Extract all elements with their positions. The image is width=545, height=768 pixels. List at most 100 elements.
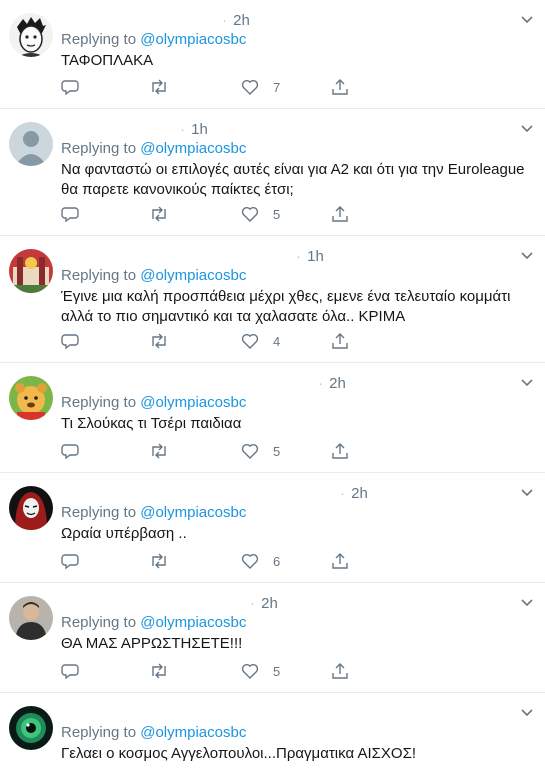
retweet-button[interactable] xyxy=(149,551,169,571)
reply-label: Replying to xyxy=(61,504,137,521)
chevron-down-icon[interactable] xyxy=(519,707,535,719)
reply-handle-link[interactable]: @olympiacosbc xyxy=(140,614,246,631)
share-button[interactable] xyxy=(331,77,349,97)
avatar[interactable] xyxy=(9,249,53,293)
reply-context: Replying to @olympiacosbc xyxy=(61,504,246,521)
tweet-meta: · 2h xyxy=(318,375,346,392)
tweet[interactable]: · 2h Replying to @olympiacosbc Τι Σλούκα… xyxy=(0,363,545,473)
tweet-meta: · 2h xyxy=(222,12,250,29)
heart-icon xyxy=(241,553,259,569)
tweet-text: Ωραία υπέρβαση .. xyxy=(61,525,187,542)
heart-icon xyxy=(241,206,259,222)
reply-handle-link[interactable]: @olympiacosbc xyxy=(140,724,246,741)
reply-context: Replying to @olympiacosbc xyxy=(61,140,246,157)
tweet[interactable]: · 2h Replying to @olympiacosbc ΤΑΦΟΠΛΑΚΑ… xyxy=(0,0,545,109)
tweet-time[interactable]: 2h xyxy=(329,375,346,392)
tweet-actions: 7 xyxy=(61,77,391,97)
like-button[interactable]: 5 xyxy=(241,661,280,681)
reply-icon xyxy=(61,664,79,680)
reply-button[interactable] xyxy=(61,441,79,461)
like-count: 7 xyxy=(273,79,281,95)
retweet-icon xyxy=(152,443,166,459)
like-count: 5 xyxy=(273,443,281,459)
reply-context: Replying to @olympiacosbc xyxy=(61,394,246,411)
retweet-button[interactable] xyxy=(149,204,169,224)
tweet-time[interactable]: 1h xyxy=(191,121,208,138)
share-button[interactable] xyxy=(331,661,349,681)
like-button[interactable]: 6 xyxy=(241,551,280,571)
reply-handle-link[interactable]: @olympiacosbc xyxy=(140,394,246,411)
tweet-time[interactable]: 1h xyxy=(307,248,324,265)
tweet[interactable]: Replying to @olympiacosbc Γελαει ο κοσμο… xyxy=(0,693,545,768)
share-button[interactable] xyxy=(331,204,349,224)
avatar[interactable] xyxy=(9,13,53,57)
tweet-time[interactable]: 2h xyxy=(261,595,278,612)
reply-button[interactable] xyxy=(61,77,79,97)
retweet-button[interactable] xyxy=(149,661,169,681)
reply-label: Replying to xyxy=(61,614,137,631)
heart-icon xyxy=(241,443,259,459)
chevron-down-icon[interactable] xyxy=(519,123,535,135)
avatar[interactable] xyxy=(9,706,53,750)
reply-context: Replying to @olympiacosbc xyxy=(61,614,246,631)
reply-button[interactable] xyxy=(61,204,79,224)
chevron-down-icon[interactable] xyxy=(519,250,535,262)
chevron-down-icon[interactable] xyxy=(519,487,535,499)
share-icon xyxy=(332,663,348,679)
tweet-text: Έγινε μια καλή προσπάθεια μέχρι χθες, εμ… xyxy=(61,288,511,325)
tweet-actions: 5 xyxy=(61,204,391,224)
tweet-meta: · 2h xyxy=(340,485,368,502)
avatar[interactable] xyxy=(9,486,53,530)
like-button[interactable]: 5 xyxy=(241,441,280,461)
reply-context: Replying to @olympiacosbc xyxy=(61,724,246,741)
tweet-time[interactable]: 2h xyxy=(351,485,368,502)
share-icon xyxy=(332,443,348,459)
retweet-button[interactable] xyxy=(149,331,169,351)
tweet-time[interactable]: 2h xyxy=(233,12,250,29)
retweet-button[interactable] xyxy=(149,77,169,97)
tweet[interactable]: · 1h Replying to @olympiacosbc Να φαντασ… xyxy=(0,109,545,236)
reply-context: Replying to @olympiacosbc xyxy=(61,31,246,48)
share-button[interactable] xyxy=(331,331,349,351)
like-count: 5 xyxy=(273,663,281,679)
tweet[interactable]: · 2h Replying to @olympiacosbc Ωραία υπέ… xyxy=(0,473,545,583)
reply-button[interactable] xyxy=(61,331,79,351)
reply-label: Replying to xyxy=(61,31,137,48)
retweet-button[interactable] xyxy=(149,441,169,461)
avatar[interactable] xyxy=(9,596,53,640)
tweet-text: Να φανταστώ οι επιλογές αυτές είναι για … xyxy=(61,161,525,198)
chevron-down-icon[interactable] xyxy=(519,377,535,389)
like-button[interactable]: 7 xyxy=(241,77,280,97)
retweet-icon xyxy=(152,206,166,222)
reply-handle-link[interactable]: @olympiacosbc xyxy=(140,504,246,521)
reply-handle-link[interactable]: @olympiacosbc xyxy=(140,267,246,284)
reply-icon xyxy=(61,207,79,223)
like-button[interactable]: 4 xyxy=(241,331,280,351)
reply-label: Replying to xyxy=(61,267,137,284)
reply-handle-link[interactable]: @olympiacosbc xyxy=(140,140,246,157)
reply-context: Replying to @olympiacosbc xyxy=(61,267,246,284)
tweet-actions: 4 xyxy=(61,331,391,351)
reply-icon xyxy=(61,554,79,570)
avatar[interactable] xyxy=(9,376,53,420)
tweet-text: Τι Σλούκας τι Τσέρι παιδιαα xyxy=(61,415,242,432)
share-icon xyxy=(332,206,348,222)
chevron-down-icon[interactable] xyxy=(519,14,535,26)
share-button[interactable] xyxy=(331,441,349,461)
like-button[interactable]: 5 xyxy=(241,204,280,224)
like-count: 4 xyxy=(273,333,281,349)
tweet[interactable]: · 2h Replying to @olympiacosbc ΘΑ ΜΑΣ ΑΡ… xyxy=(0,583,545,693)
share-button[interactable] xyxy=(331,551,349,571)
tweet[interactable]: · 1h Replying to @olympiacosbc Έγινε μια… xyxy=(0,236,545,363)
heart-icon xyxy=(241,663,259,679)
reply-button[interactable] xyxy=(61,661,79,681)
reply-icon xyxy=(61,444,79,460)
avatar[interactable] xyxy=(9,122,53,166)
heart-icon xyxy=(241,79,259,95)
reply-button[interactable] xyxy=(61,551,79,571)
tweet-meta: · 1h xyxy=(296,248,324,265)
reply-handle-link[interactable]: @olympiacosbc xyxy=(140,31,246,48)
like-count: 6 xyxy=(273,553,281,569)
tweet-text: ΘΑ ΜΑΣ ΑΡΡΩΣΤΗΣΕΤΕ!!! xyxy=(61,635,243,652)
chevron-down-icon[interactable] xyxy=(519,597,535,609)
